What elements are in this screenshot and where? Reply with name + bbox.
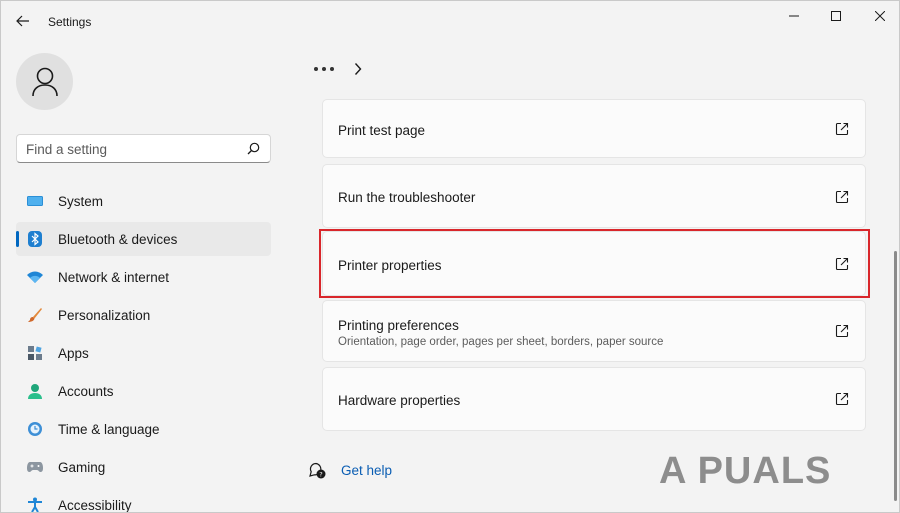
card-run-troubleshooter[interactable]: Run the troubleshooter bbox=[322, 164, 866, 228]
sidebar-item-label: Accessibility bbox=[58, 497, 132, 513]
sidebar-item-network-internet[interactable]: Network & internet bbox=[16, 260, 271, 294]
accounts-icon bbox=[27, 383, 43, 399]
back-arrow-icon bbox=[16, 15, 29, 27]
external-link-icon bbox=[835, 324, 849, 338]
accessibility-icon bbox=[27, 497, 43, 512]
card-title: Printing preferences bbox=[338, 318, 459, 333]
sidebar-item-time-language[interactable]: Time & language bbox=[16, 412, 271, 446]
sidebar-item-accounts[interactable]: Accounts bbox=[16, 374, 271, 408]
apps-icon bbox=[27, 345, 43, 361]
app-title: Settings bbox=[48, 15, 92, 29]
card-title: Hardware properties bbox=[338, 393, 461, 408]
sidebar-item-bluetooth-devices[interactable]: Bluetooth & devices bbox=[16, 222, 271, 256]
minimize-icon bbox=[789, 15, 799, 17]
breadcrumb-more-button[interactable] bbox=[314, 59, 334, 79]
sidebar-item-apps[interactable]: Apps bbox=[16, 336, 271, 370]
back-button[interactable] bbox=[11, 10, 35, 32]
watermark-text: A PUALS bbox=[659, 449, 832, 492]
card-title: Printer properties bbox=[338, 258, 442, 273]
card-hardware-properties[interactable]: Hardware properties bbox=[322, 367, 866, 431]
sidebar-item-system[interactable]: System bbox=[16, 184, 271, 218]
chevron-right-icon bbox=[354, 63, 362, 75]
card-print-test-page[interactable]: Print test page bbox=[322, 99, 866, 158]
search-icon[interactable] bbox=[247, 142, 260, 155]
scrollbar-thumb[interactable] bbox=[894, 251, 897, 501]
clock-globe-icon bbox=[27, 421, 43, 437]
title-bar: Settings bbox=[1, 1, 899, 41]
external-link-icon bbox=[835, 257, 849, 271]
external-link-icon bbox=[835, 190, 849, 204]
settings-window: Settings Find a setting System Bluetooth… bbox=[0, 0, 900, 513]
card-title: Print test page bbox=[338, 123, 426, 138]
sidebar-item-label: Gaming bbox=[58, 459, 106, 475]
card-title: Run the troubleshooter bbox=[338, 190, 476, 205]
selection-indicator bbox=[16, 231, 19, 247]
close-icon bbox=[875, 11, 885, 21]
get-help-link[interactable]: ? Get help bbox=[309, 462, 392, 479]
close-button[interactable] bbox=[857, 1, 899, 31]
card-printer-properties[interactable]: Printer properties bbox=[322, 231, 866, 296]
external-link-icon bbox=[835, 392, 849, 406]
user-avatar[interactable] bbox=[16, 53, 73, 110]
card-printing-preferences[interactable]: Printing preferences Orientation, page o… bbox=[322, 300, 866, 362]
maximize-icon bbox=[831, 11, 841, 21]
sidebar-item-label: Apps bbox=[58, 345, 89, 361]
sidebar-item-accessibility[interactable]: Accessibility bbox=[16, 488, 271, 513]
gamepad-icon bbox=[27, 459, 43, 475]
sidebar-item-label: Accounts bbox=[58, 383, 114, 399]
sidebar-item-label: Bluetooth & devices bbox=[58, 231, 178, 247]
minimize-button[interactable] bbox=[771, 1, 817, 31]
sidebar-item-label: Network & internet bbox=[58, 269, 170, 285]
external-link-icon bbox=[835, 122, 849, 136]
sidebar-nav: System Bluetooth & devices Network & int… bbox=[16, 184, 271, 513]
user-icon bbox=[31, 67, 58, 96]
brush-icon bbox=[27, 307, 43, 323]
sidebar-item-label: System bbox=[58, 193, 104, 209]
sidebar-item-label: Time & language bbox=[58, 421, 160, 437]
card-subtitle: Orientation, page order, pages per sheet… bbox=[338, 336, 664, 348]
wifi-icon bbox=[27, 269, 43, 285]
search-input[interactable]: Find a setting bbox=[16, 134, 271, 163]
sidebar-item-label: Personalization bbox=[58, 307, 151, 323]
appuals-watermark: A PUALS bbox=[659, 446, 831, 496]
bluetooth-icon bbox=[27, 231, 43, 247]
help-chat-icon: ? bbox=[309, 462, 326, 479]
svg-text:?: ? bbox=[319, 471, 322, 479]
sidebar-item-gaming[interactable]: Gaming bbox=[16, 450, 271, 484]
system-icon bbox=[27, 193, 43, 209]
get-help-label: Get help bbox=[341, 463, 393, 478]
search-placeholder: Find a setting bbox=[26, 142, 108, 157]
maximize-button[interactable] bbox=[813, 1, 859, 31]
sidebar-item-personalization[interactable]: Personalization bbox=[16, 298, 271, 332]
